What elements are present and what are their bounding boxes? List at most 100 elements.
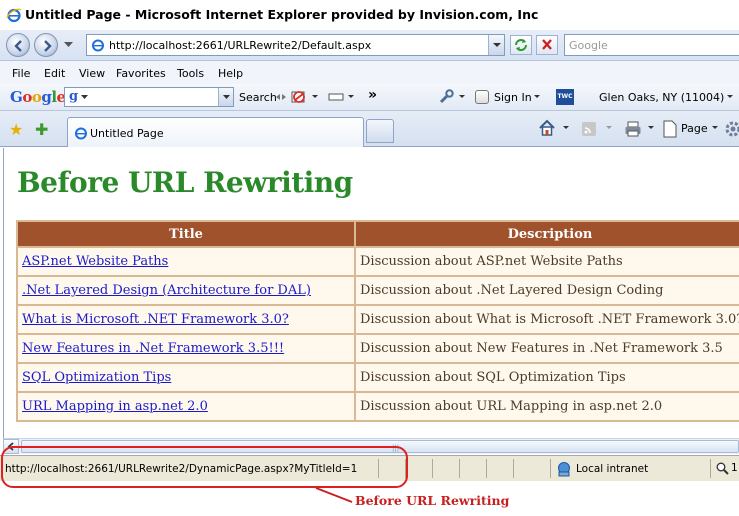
navigation-bar: http://localhost:2661/URLRewrite2/Defaul… <box>0 30 739 61</box>
tab-label: Untitled Page <box>90 127 164 140</box>
zoom-icon[interactable] <box>716 462 729 475</box>
wrench-icon[interactable] <box>437 88 455 106</box>
address-url[interactable]: http://localhost:2661/URLRewrite2/Defaul… <box>109 39 371 52</box>
status-divider <box>710 459 711 478</box>
title-cell: URL Mapping in asp.net 2.0 <box>18 393 354 420</box>
address-bar[interactable]: http://localhost:2661/URLRewrite2/Defaul… <box>86 34 505 56</box>
table-row: ASP.net Website Paths Discussion about A… <box>18 248 739 275</box>
twc-logo[interactable]: TWC <box>556 89 574 105</box>
status-divider <box>486 459 487 478</box>
topics-table: Title Description ASP.net Website Paths … <box>16 220 739 422</box>
history-dropdown-icon[interactable] <box>64 42 73 48</box>
title-cell: SQL Optimization Tips <box>18 364 354 391</box>
menu-view[interactable]: View <box>79 67 105 80</box>
menu-file[interactable]: File <box>12 67 30 80</box>
form-fill-icon[interactable] <box>328 91 346 103</box>
feeds-icon[interactable] <box>581 121 597 137</box>
status-divider <box>513 459 514 478</box>
home-icon[interactable] <box>538 119 556 137</box>
tools-gear-icon[interactable] <box>724 120 739 138</box>
page-icon <box>92 39 104 52</box>
arrows-icon[interactable] <box>276 93 286 101</box>
local-intranet-icon <box>558 462 570 477</box>
annotation-arrow <box>315 487 353 503</box>
title-cell: .Net Layered Design (Architecture for DA… <box>18 277 354 304</box>
refresh-button[interactable] <box>510 35 532 55</box>
weather-location[interactable]: Glen Oaks, NY (11004) <box>599 91 724 104</box>
chevron-down-icon[interactable] <box>534 95 540 99</box>
annotation-callout-outline <box>1 446 408 488</box>
table-row: .Net Layered Design (Architecture for DA… <box>18 277 739 304</box>
add-favorites-icon[interactable]: ✚ <box>35 120 48 139</box>
menu-favorites[interactable]: Favorites <box>116 67 166 80</box>
column-header-description: Description <box>356 222 739 246</box>
back-arrow-icon <box>14 40 22 52</box>
stop-button[interactable] <box>536 35 558 55</box>
chevron-down-icon[interactable] <box>348 95 354 99</box>
tab-untitled-page[interactable]: Untitled Page <box>67 117 364 147</box>
description-cell: Discussion about .Net Layered Design Cod… <box>356 277 739 304</box>
zoom-level[interactable]: 1 <box>731 462 738 474</box>
more-tools-button[interactable]: » <box>368 87 377 103</box>
ie-icon <box>6 8 22 23</box>
title-cell: New Features in .Net Framework 3.5!!! <box>18 335 354 362</box>
title-cell: What is Microsoft .NET Framework 3.0? <box>18 306 354 333</box>
chevron-down-icon <box>81 95 88 99</box>
refresh-icon <box>515 39 527 51</box>
google-search-input[interactable]: g <box>64 87 234 107</box>
chevron-down-icon[interactable] <box>727 95 733 99</box>
description-cell: Discussion about New Features in .Net Fr… <box>356 335 739 362</box>
table-row: New Features in .Net Framework 3.5!!! Di… <box>18 335 739 362</box>
chevron-down-icon[interactable] <box>312 95 318 99</box>
title-bar: Untitled Page - Microsoft Internet Explo… <box>0 0 739 30</box>
ie-icon <box>75 127 87 140</box>
chevron-down-icon[interactable] <box>648 126 654 130</box>
page-content: Before URL Rewriting Title Description A… <box>3 148 739 438</box>
page-menu-icon[interactable] <box>662 120 678 138</box>
chevron-down-icon <box>493 43 501 47</box>
favorites-star-icon[interactable]: ★ <box>9 120 23 139</box>
back-button[interactable] <box>6 33 30 57</box>
search-input[interactable]: Google <box>564 34 739 56</box>
topic-link[interactable]: .Net Layered Design (Architecture for DA… <box>22 283 311 298</box>
security-zone: Local intranet <box>576 463 649 475</box>
menu-bar: File Edit View Favorites Tools Help <box>0 61 739 86</box>
forward-button[interactable] <box>34 33 58 57</box>
status-divider <box>550 459 551 478</box>
description-cell: Discussion about SQL Optimization Tips <box>356 364 739 391</box>
chevron-down-icon[interactable] <box>563 126 569 130</box>
chevron-down-icon[interactable] <box>712 126 718 130</box>
topic-link[interactable]: SQL Optimization Tips <box>22 370 171 385</box>
description-cell: Discussion about What is Microsoft .NET … <box>356 306 739 333</box>
description-cell: Discussion about URL Mapping in asp.net … <box>356 393 739 420</box>
table-row: SQL Optimization Tips Discussion about S… <box>18 364 739 391</box>
menu-help[interactable]: Help <box>218 67 243 80</box>
close-icon <box>542 39 552 50</box>
table-header-row: Title Description <box>18 222 739 246</box>
page-menu-button[interactable]: Page <box>681 122 708 135</box>
column-header-title: Title <box>18 222 354 246</box>
topic-link[interactable]: ASP.net Website Paths <box>22 254 168 269</box>
chevron-down-icon <box>223 95 230 99</box>
google-logo[interactable]: Google <box>10 88 66 106</box>
table-row: What is Microsoft .NET Framework 3.0? Di… <box>18 306 739 333</box>
sign-in-button[interactable]: Sign In <box>494 91 532 104</box>
google-history-dropdown[interactable] <box>218 88 233 106</box>
popup-blocker-icon[interactable] <box>290 89 308 105</box>
address-dropdown-button[interactable] <box>488 35 504 55</box>
menu-edit[interactable]: Edit <box>44 67 65 80</box>
status-divider <box>459 459 460 478</box>
annotation-label: Before URL Rewriting <box>355 493 510 508</box>
forward-arrow-icon <box>44 40 52 52</box>
google-search-button[interactable]: Search <box>239 91 277 104</box>
status-divider <box>432 459 433 478</box>
new-tab-button[interactable] <box>366 119 394 143</box>
menu-tools[interactable]: Tools <box>177 67 204 80</box>
chevron-down-icon[interactable] <box>459 95 465 99</box>
chevron-down-icon[interactable] <box>606 126 612 130</box>
topic-link[interactable]: URL Mapping in asp.net 2.0 <box>22 399 208 414</box>
sign-in-checkbox[interactable] <box>475 90 489 104</box>
print-icon[interactable] <box>624 120 642 138</box>
topic-link[interactable]: What is Microsoft .NET Framework 3.0? <box>22 312 289 327</box>
topic-link[interactable]: New Features in .Net Framework 3.5!!! <box>22 341 284 356</box>
